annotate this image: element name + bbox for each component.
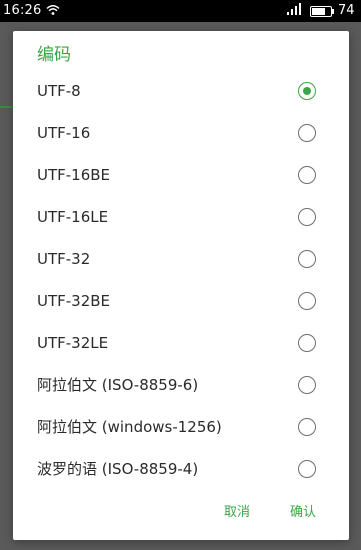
- radio-dot: [303, 87, 311, 95]
- option-arabic-windows-1256[interactable]: 阿拉伯文 (windows-1256): [13, 406, 349, 448]
- battery-tip: [332, 9, 334, 14]
- option-utf-16le[interactable]: UTF-16LE: [13, 196, 349, 238]
- option-utf-32le[interactable]: UTF-32LE: [13, 322, 349, 364]
- background-accent-line: [0, 106, 14, 108]
- cancel-button[interactable]: 取消: [224, 504, 250, 522]
- dialog-actions: 取消 确认: [13, 502, 349, 526]
- option-utf-32be[interactable]: UTF-32BE: [13, 280, 349, 322]
- dialog-title: 编码: [37, 45, 71, 65]
- battery-percentage: 74: [338, 3, 355, 18]
- option-label: 波罗的语 (ISO-8859-4): [37, 460, 199, 478]
- option-label: UTF-16BE: [37, 166, 111, 184]
- encoding-option-list: UTF-8 UTF-16 UTF-16BE UTF-16LE UTF-32 UT…: [13, 70, 349, 490]
- wifi-icon: [46, 0, 60, 22]
- radio-button[interactable]: [298, 250, 316, 268]
- option-utf-16be[interactable]: UTF-16BE: [13, 154, 349, 196]
- radio-button[interactable]: [298, 292, 316, 310]
- option-utf-16[interactable]: UTF-16: [13, 112, 349, 154]
- option-label: UTF-32: [37, 250, 91, 268]
- status-bar: 16:26 74: [0, 0, 361, 22]
- radio-button[interactable]: [298, 166, 316, 184]
- encoding-dialog: 编码 UTF-8 UTF-16 UTF-16BE UTF-16LE UTF-32…: [13, 31, 349, 540]
- confirm-button[interactable]: 确认: [290, 504, 316, 522]
- option-label: UTF-32BE: [37, 292, 111, 310]
- radio-button[interactable]: [298, 334, 316, 352]
- radio-button[interactable]: [298, 376, 316, 394]
- signal-icon: [287, 0, 305, 22]
- option-label: UTF-8: [37, 82, 81, 100]
- battery-icon: [310, 6, 332, 17]
- option-label: UTF-16LE: [37, 208, 109, 226]
- option-label: UTF-32LE: [37, 334, 109, 352]
- option-utf-8[interactable]: UTF-8: [13, 70, 349, 112]
- option-label: 阿拉伯文 (windows-1256): [37, 418, 222, 436]
- radio-button[interactable]: [298, 418, 316, 436]
- option-arabic-iso-8859-6[interactable]: 阿拉伯文 (ISO-8859-6): [13, 364, 349, 406]
- status-time: 16:26: [3, 3, 42, 18]
- option-utf-32[interactable]: UTF-32: [13, 238, 349, 280]
- radio-button[interactable]: [298, 208, 316, 226]
- radio-button[interactable]: [298, 124, 316, 142]
- radio-button[interactable]: [298, 82, 316, 100]
- radio-button[interactable]: [298, 460, 316, 478]
- option-label: 阿拉伯文 (ISO-8859-6): [37, 376, 199, 394]
- option-label: UTF-16: [37, 124, 91, 142]
- battery-fill: [312, 8, 325, 15]
- option-baltic-iso-8859-4[interactable]: 波罗的语 (ISO-8859-4): [13, 448, 349, 490]
